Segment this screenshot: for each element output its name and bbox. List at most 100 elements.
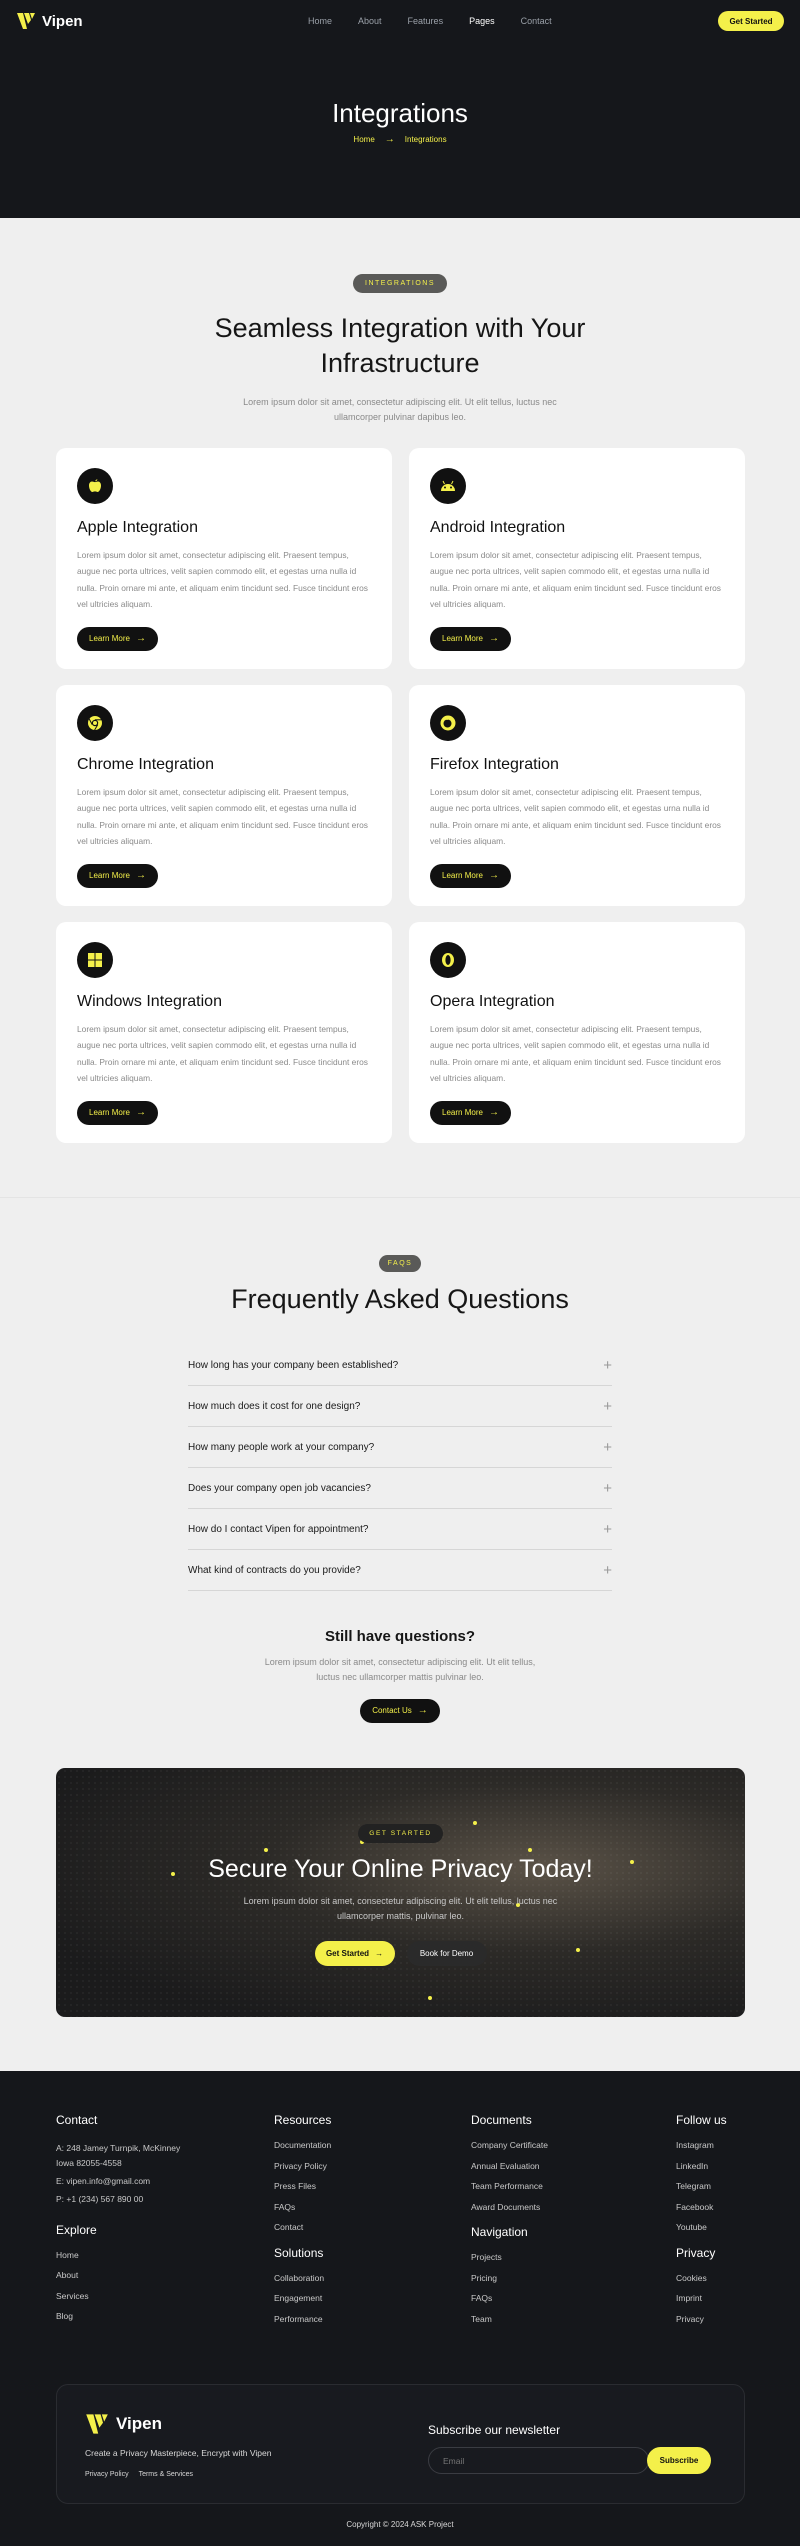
get-started-button[interactable]: Get Started	[718, 11, 784, 31]
footer-link[interactable]: Award Documents	[471, 2202, 548, 2212]
footer-link[interactable]: Press Files	[274, 2182, 331, 2191]
terms-link[interactable]: Terms & Services	[139, 2471, 193, 2478]
card-title: Chrome Integration	[77, 756, 214, 773]
still-questions-title: Still have questions?	[324, 1628, 476, 1646]
footer-heading: Navigation	[471, 2225, 528, 2239]
cta-title: Secure Your Online Privacy Today!	[208, 1855, 593, 1883]
faq-list: How long has your company been establish…	[188, 1345, 612, 1592]
footer-link[interactable]: Documentation	[274, 2141, 331, 2150]
breadcrumb: Home → Integrations	[0, 134, 800, 145]
section-subtitle-line1: Lorem ipsum dolor sit amet, consectetur …	[243, 397, 557, 408]
cta-subtitle: Lorem ipsum dolor sit amet, consectetur …	[56, 1894, 745, 1925]
footer-email[interactable]: E: vipen.info@gmail.com	[56, 2174, 180, 2189]
arrow-right-icon: →	[488, 1107, 499, 1119]
newsletter-panel: Vipen Create a Privacy Masterpiece, Encr…	[56, 2384, 745, 2504]
opera-icon	[430, 942, 466, 978]
footer-link[interactable]: Team	[471, 2314, 548, 2324]
card-title: Opera Integration	[430, 993, 555, 1010]
footer-brand-name: Vipen	[116, 2414, 162, 2433]
footer-link[interactable]: Privacy Policy	[274, 2161, 331, 2171]
footer-link[interactable]: LinkedIn	[676, 2161, 727, 2171]
footer-link[interactable]: Company Certificate	[471, 2141, 548, 2150]
footer-link[interactable]: About	[56, 2271, 180, 2280]
card-text: Lorem ipsum dolor sit amet, consectetur …	[430, 787, 721, 847]
learn-more-button[interactable]: Learn More →	[77, 626, 158, 651]
faq-item[interactable]: How many people work at your company? +	[188, 1427, 612, 1469]
nav-features[interactable]: Features	[408, 16, 444, 26]
brand-logo[interactable]: Vipen	[16, 12, 83, 30]
hero-section: Vipen Home About Features Pages Contact …	[0, 0, 800, 218]
faq-question: Does your company open job vacancies?	[188, 1482, 371, 1494]
privacy-policy-link[interactable]: Privacy Policy	[85, 2471, 129, 2478]
footer-legal-links: Privacy Policy Terms & Services	[85, 2471, 193, 2478]
learn-more-label: Learn More	[442, 634, 483, 644]
footer-link[interactable]: Home	[56, 2250, 180, 2260]
cta-pill: GET STARTED	[358, 1824, 443, 1843]
learn-more-button[interactable]: Learn More →	[430, 626, 511, 651]
integration-card-firefox: Firefox Integration Lorem ipsum dolor si…	[409, 685, 745, 906]
section-subtitle: Lorem ipsum dolor sit amet, consectetur …	[0, 395, 800, 424]
faq-item[interactable]: What kind of contracts do you provide? +	[188, 1550, 612, 1592]
footer-link[interactable]: Imprint	[676, 2294, 727, 2303]
cta-get-started-button[interactable]: Get Started →	[314, 1940, 395, 1966]
faq-item[interactable]: How long has your company been establish…	[188, 1345, 612, 1387]
arrow-right-icon: →	[135, 870, 146, 882]
book-demo-button[interactable]: Book for Demo	[406, 1940, 487, 1966]
section-title: Seamless Integration with Your Infrastru…	[0, 311, 800, 381]
footer-link[interactable]: Performance	[274, 2314, 331, 2324]
footer-phone[interactable]: P: +1 (234) 567 890 00	[56, 2192, 180, 2207]
breadcrumb-home[interactable]: Home	[353, 135, 374, 144]
integration-card-opera: Opera Integration Lorem ipsum dolor sit …	[409, 922, 745, 1143]
learn-more-label: Learn More	[442, 871, 483, 881]
footer-link[interactable]: FAQs	[471, 2294, 548, 2303]
faq-item[interactable]: Does your company open job vacancies? +	[188, 1468, 612, 1510]
section-title-line2: Infrastructure	[320, 348, 480, 379]
footer-link[interactable]: Telegram	[676, 2182, 727, 2191]
integrations-grid: Apple Integration Lorem ipsum dolor sit …	[56, 448, 745, 1143]
breadcrumb-current: Integrations	[404, 135, 447, 144]
footer-link[interactable]: Youtube	[676, 2223, 727, 2232]
footer-link[interactable]: Engagement	[274, 2294, 331, 2303]
footer-link[interactable]: Instagram	[676, 2141, 727, 2150]
learn-more-button[interactable]: Learn More →	[430, 863, 511, 888]
footer-link[interactable]: Facebook	[676, 2202, 727, 2212]
footer-link[interactable]: Cookies	[676, 2273, 727, 2283]
nav-pages[interactable]: Pages	[469, 16, 495, 26]
brand-name: Vipen	[42, 12, 83, 30]
arrow-right-icon: →	[135, 633, 146, 645]
footer-heading: Resources	[274, 2113, 332, 2127]
plus-icon: +	[603, 1438, 612, 1456]
learn-more-button[interactable]: Learn More →	[430, 1100, 511, 1125]
footer-link[interactable]: Privacy	[676, 2314, 727, 2324]
footer-heading: Privacy	[676, 2245, 716, 2260]
footer-link[interactable]: FAQs	[274, 2202, 331, 2212]
footer-link[interactable]: Services	[56, 2291, 180, 2301]
nav-contact[interactable]: Contact	[521, 16, 552, 26]
nav-home[interactable]: Home	[308, 16, 332, 26]
footer-link[interactable]: Projects	[471, 2253, 548, 2262]
logo-icon	[17, 13, 35, 29]
footer-link[interactable]: Team Performance	[471, 2182, 548, 2191]
arrow-right-icon: →	[375, 1948, 384, 1958]
footer-tagline: Create a Privacy Masterpiece, Encrypt wi…	[85, 2448, 272, 2458]
cta-subtitle-line2: ullamcorper mattis, pulvinar leo.	[336, 1911, 465, 1922]
nav-about[interactable]: About	[358, 16, 382, 26]
card-title: Windows Integration	[77, 993, 222, 1010]
contact-us-button[interactable]: Contact Us →	[360, 1698, 440, 1723]
footer-link[interactable]: Contact	[274, 2223, 331, 2232]
cta-banner: GET STARTED Secure Your Online Privacy T…	[56, 1768, 745, 2017]
footer-address-line2: Iowa 82055-4558	[56, 2157, 122, 2168]
footer-brand[interactable]: Vipen	[85, 2413, 162, 2435]
section-pill: INTEGRATIONS	[353, 274, 447, 293]
footer-link[interactable]: Annual Evaluation	[471, 2161, 548, 2171]
footer-link[interactable]: Blog	[56, 2312, 180, 2321]
faq-item[interactable]: How do I contact Vipen for appointment? +	[188, 1509, 612, 1551]
footer-link[interactable]: Pricing	[471, 2273, 548, 2283]
footer-link[interactable]: Collaboration	[274, 2273, 331, 2283]
learn-more-label: Learn More	[442, 1108, 483, 1118]
faq-item[interactable]: How much does it cost for one design? +	[188, 1386, 612, 1428]
learn-more-button[interactable]: Learn More →	[77, 863, 158, 888]
subscribe-button[interactable]: Subscribe	[647, 2447, 711, 2474]
learn-more-button[interactable]: Learn More →	[77, 1100, 158, 1125]
newsletter-email-input[interactable]	[428, 2447, 649, 2474]
